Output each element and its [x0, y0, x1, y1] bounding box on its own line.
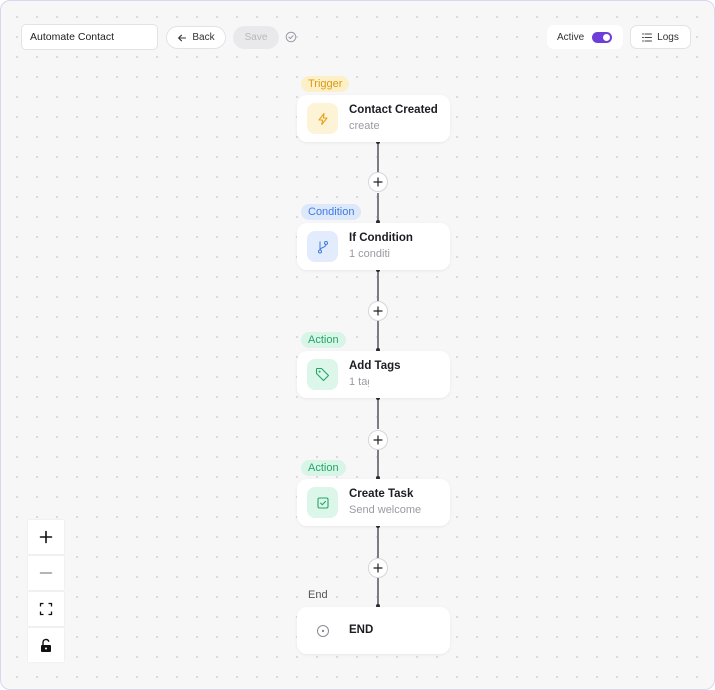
node-title: If Condition	[349, 232, 413, 244]
workflow-canvas[interactable]: Back Save Active Logs	[0, 0, 715, 690]
active-label: Active	[557, 31, 585, 43]
list-icon	[642, 33, 653, 41]
zoom-in-button[interactable]	[28, 520, 64, 554]
node-subtitle: 1 conditi	[349, 248, 390, 260]
node-icon-box	[307, 103, 338, 134]
fit-view-icon	[39, 602, 53, 616]
node-icon-box	[307, 231, 338, 262]
circle-dot-icon	[316, 624, 329, 637]
plus-icon	[373, 306, 383, 316]
add-step-button[interactable]	[368, 301, 388, 321]
zoom-out-button[interactable]	[28, 556, 64, 590]
connector-line	[377, 398, 379, 429]
connector-line	[377, 449, 379, 478]
fit-view-button[interactable]	[28, 592, 64, 626]
connector-line	[377, 321, 379, 350]
add-step-button[interactable]	[368, 172, 388, 192]
node-contact-created[interactable]: Contact Created create	[297, 95, 450, 142]
tag-icon	[315, 367, 330, 382]
save-label: Save	[244, 32, 268, 43]
branch-icon	[317, 240, 328, 253]
lock-icon	[41, 638, 51, 652]
active-toggle-group: Active	[547, 25, 623, 49]
plus-icon	[373, 177, 383, 187]
node-title: Create Task	[349, 488, 414, 500]
save-button[interactable]: Save	[233, 26, 279, 49]
node-end[interactable]: END	[297, 607, 450, 654]
lightning-icon	[317, 112, 328, 125]
end-label: End	[308, 589, 328, 601]
logs-button[interactable]: Logs	[630, 25, 691, 49]
node-subtitle: create	[349, 120, 380, 132]
connector-line	[377, 578, 379, 606]
node-icon-box	[307, 615, 338, 646]
lock-button[interactable]	[28, 628, 64, 662]
task-check-icon	[316, 496, 329, 509]
back-label: Back	[192, 32, 215, 43]
node-title: Add Tags	[349, 360, 401, 372]
plus-icon	[373, 563, 383, 573]
zoom-in-icon	[39, 530, 53, 544]
action-badge: Action	[301, 332, 346, 348]
node-if-condition[interactable]: If Condition 1 conditi	[297, 223, 450, 270]
workflow-name-input[interactable]	[21, 24, 158, 50]
node-title: END	[349, 624, 374, 636]
node-icon-box	[307, 487, 338, 518]
condition-badge: Condition	[301, 204, 362, 220]
trigger-badge: Trigger	[301, 76, 350, 92]
node-icon-box	[307, 359, 338, 390]
connector-line	[377, 526, 379, 558]
connector-line	[377, 270, 379, 301]
node-subtitle: 1 tag	[349, 376, 369, 388]
node-add-tags[interactable]: Add Tags 1 tag	[297, 351, 450, 398]
logs-label: Logs	[657, 31, 679, 43]
arrow-left-icon	[178, 34, 187, 41]
connector-line	[377, 142, 379, 173]
action-badge: Action	[301, 460, 346, 476]
node-title: Contact Created	[349, 104, 438, 116]
zoom-out-icon	[39, 572, 53, 574]
add-step-button[interactable]	[368, 558, 388, 578]
connector-line	[377, 193, 379, 222]
add-step-button[interactable]	[368, 430, 388, 450]
plus-icon	[373, 435, 383, 445]
active-toggle[interactable]	[592, 31, 613, 43]
node-create-task[interactable]: Create Task Send welcome	[297, 479, 450, 526]
check-circle-icon[interactable]	[285, 31, 297, 43]
back-button[interactable]: Back	[166, 26, 226, 49]
node-subtitle: Send welcome	[349, 504, 422, 516]
